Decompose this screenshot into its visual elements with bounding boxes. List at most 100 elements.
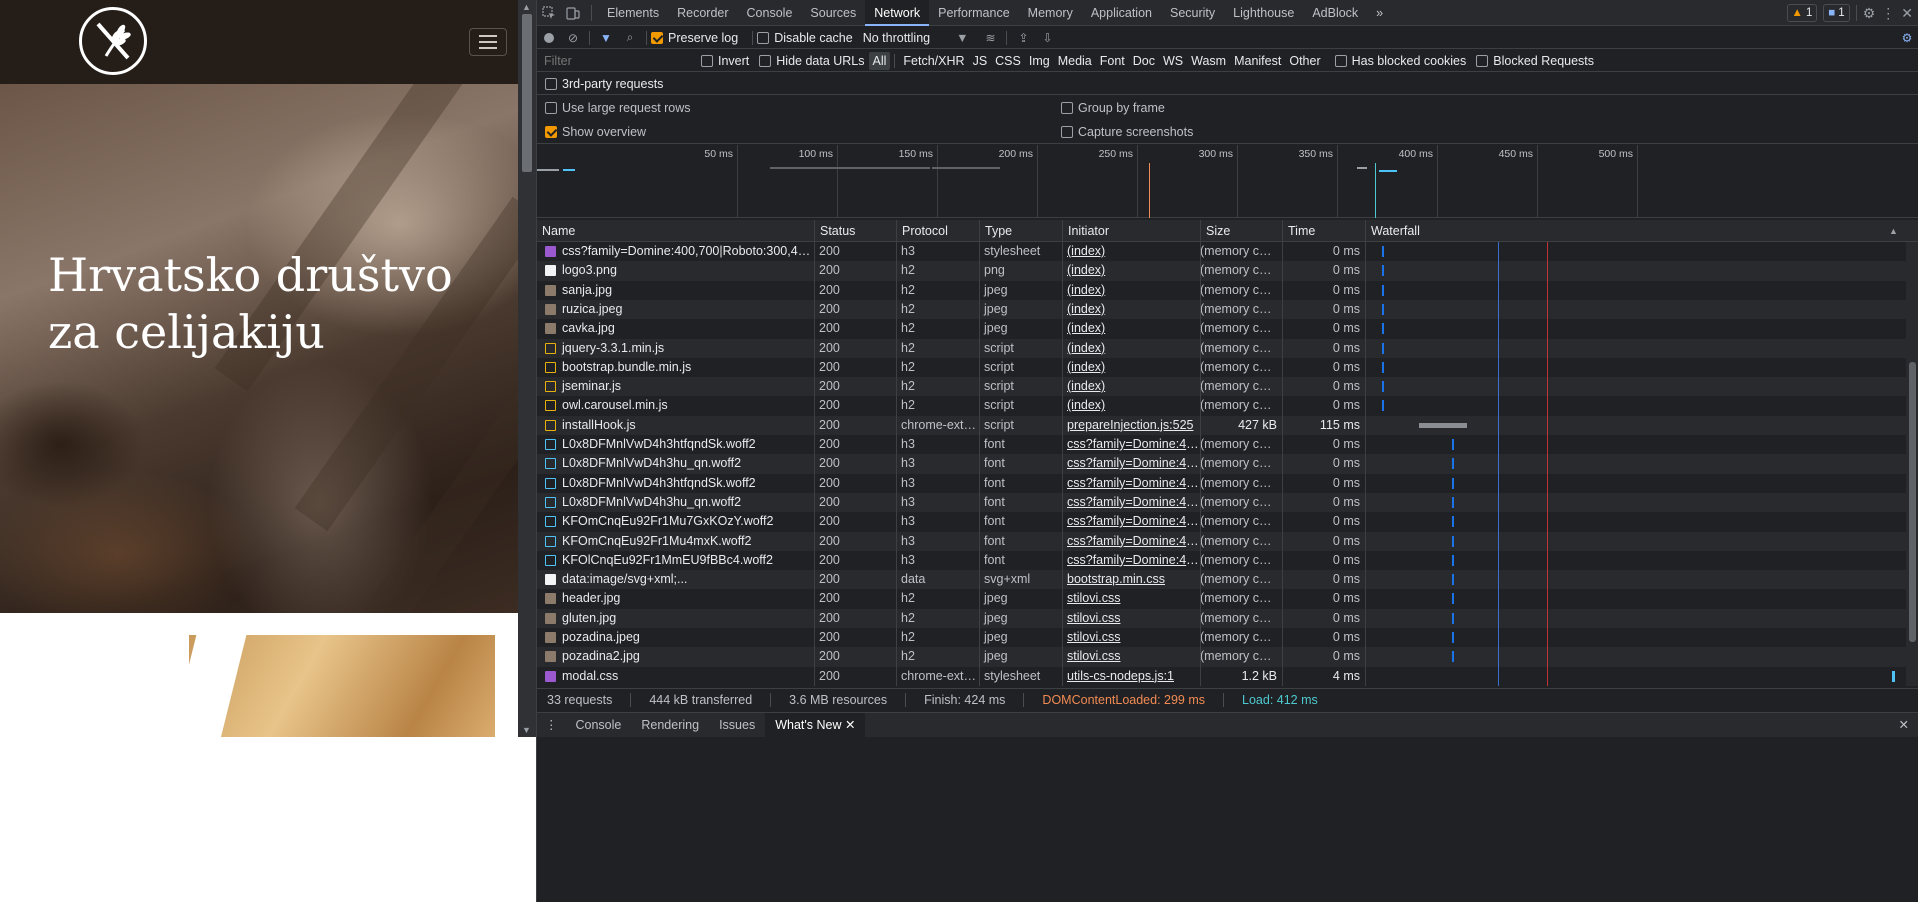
request-initiator[interactable]: (index): [1062, 261, 1200, 280]
request-row[interactable]: modal.css 200 chrome-exte... stylesheet util…: [537, 667, 1918, 686]
request-initiator[interactable]: (index): [1062, 377, 1200, 396]
request-name[interactable]: L0x8DFMnlVwD4h3hu_qn.woff2: [537, 454, 814, 473]
warnings-badge[interactable]: ▲ 1: [1786, 4, 1818, 22]
export-har-icon[interactable]: ⇩: [1035, 27, 1059, 49]
column-header-waterfall[interactable]: Waterfall: [1365, 220, 1906, 242]
request-initiator[interactable]: utils-cs-nodeps.js:1: [1062, 667, 1200, 686]
third-party-checkbox[interactable]: 3rd-party requests: [545, 77, 663, 91]
filter-type-doc[interactable]: Doc: [1129, 52, 1159, 70]
filter-type-css[interactable]: CSS: [991, 52, 1025, 70]
request-name[interactable]: modal.css: [537, 667, 814, 686]
request-name[interactable]: header.jpg: [537, 589, 814, 608]
preserve-log-checkbox[interactable]: Preserve log: [651, 31, 738, 45]
request-row[interactable]: jquery-3.3.1.min.js 200 h2 script (index) (me…: [537, 338, 1918, 358]
invert-checkbox[interactable]: Invert: [701, 54, 749, 68]
request-name[interactable]: jquery-3.3.1.min.js: [537, 339, 814, 358]
inspect-element-icon[interactable]: [537, 0, 561, 26]
filter-type-ws[interactable]: WS: [1159, 52, 1187, 70]
request-name[interactable]: data:image/svg+xml;...: [537, 570, 814, 589]
request-row[interactable]: owl.carousel.min.js 200 h2 script (index) (me…: [537, 396, 1918, 415]
request-name[interactable]: KFOmCnqEu92Fr1Mu7GxKOzY.woff2: [537, 512, 814, 531]
drawer-tab-rendering[interactable]: Rendering: [631, 713, 709, 738]
column-header-time[interactable]: Time: [1282, 220, 1365, 242]
network-conditions-icon[interactable]: ≋: [978, 27, 1002, 49]
request-name[interactable]: KFOmCnqEu92Fr1Mu4mxK.woff2: [537, 532, 814, 551]
request-row[interactable]: data:image/svg+xml;... 200 data svg+xml boot…: [537, 570, 1918, 590]
request-initiator[interactable]: css?family=Domine:400,...: [1062, 474, 1200, 493]
import-har-icon[interactable]: ⇪: [1011, 27, 1035, 49]
timeline-overview[interactable]: 50 ms 100 ms 150 ms 200 ms 250 ms 300 ms 350 m…: [537, 145, 1918, 218]
request-row[interactable]: L0x8DFMnlVwD4h3htfqndSk.woff2 200 h3 font cs…: [537, 435, 1918, 454]
tab-console[interactable]: Console: [738, 0, 802, 26]
close-tab-icon[interactable]: ✕: [842, 718, 855, 732]
disable-cache-checkbox[interactable]: Disable cache: [757, 31, 853, 45]
request-initiator[interactable]: stilovi.css: [1062, 589, 1200, 608]
scroll-up-icon[interactable]: ▲: [522, 2, 531, 12]
request-name[interactable]: css?family=Domine:400,700|Roboto:300,400…: [537, 242, 814, 261]
drawer-tab-issues[interactable]: Issues: [709, 713, 765, 738]
record-icon[interactable]: [537, 27, 561, 49]
throttling-select[interactable]: No throttling ▼: [863, 31, 969, 45]
request-name[interactable]: owl.carousel.min.js: [537, 396, 814, 415]
request-name[interactable]: ruzica.jpeg: [537, 300, 814, 319]
request-row[interactable]: KFOmCnqEu92Fr1Mu4mxK.woff2 200 h3 font css?f…: [537, 531, 1918, 551]
request-name[interactable]: logo3.png: [537, 261, 814, 280]
request-initiator[interactable]: (index): [1062, 242, 1200, 261]
filter-type-other[interactable]: Other: [1285, 52, 1324, 70]
column-header-type[interactable]: Type: [979, 220, 1062, 242]
request-initiator[interactable]: prepareInjection.js:525: [1062, 416, 1200, 435]
request-initiator[interactable]: (index): [1062, 300, 1200, 319]
request-row[interactable]: gluten.jpg 200 h2 jpeg stilovi.css (memory ca…: [537, 608, 1918, 628]
request-name[interactable]: bootstrap.bundle.min.js: [537, 358, 814, 377]
request-initiator[interactable]: (index): [1062, 358, 1200, 377]
request-name[interactable]: L0x8DFMnlVwD4h3htfqndSk.woff2: [537, 435, 814, 454]
capture-screenshots-checkbox[interactable]: Capture screenshots: [1061, 125, 1193, 139]
show-overview-checkbox[interactable]: Show overview: [545, 125, 646, 139]
request-name[interactable]: L0x8DFMnlVwD4h3htfqndSk.woff2: [537, 474, 814, 493]
tab-network[interactable]: Network: [865, 0, 930, 26]
column-header-status[interactable]: Status: [814, 220, 896, 242]
tab-elements[interactable]: Elements: [598, 0, 668, 26]
filter-type-media[interactable]: Media: [1054, 52, 1096, 70]
has-blocked-cookies-checkbox[interactable]: Has blocked cookies: [1334, 54, 1466, 68]
tab-security[interactable]: Security: [1161, 0, 1224, 26]
filter-type-js[interactable]: JS: [969, 52, 992, 70]
request-name[interactable]: cavka.jpg: [537, 319, 814, 338]
request-initiator[interactable]: css?family=Domine:400,...: [1062, 512, 1200, 531]
device-toolbar-icon[interactable]: [561, 0, 585, 26]
request-name[interactable]: sanja.jpg: [537, 281, 814, 300]
hamburger-icon[interactable]: [469, 28, 507, 56]
request-row[interactable]: KFOlCnqEu92Fr1MmEU9fBBc4.woff2 200 h3 font c…: [537, 551, 1918, 570]
hide-data-urls-checkbox[interactable]: Hide data URLs: [759, 54, 865, 68]
request-row[interactable]: ruzica.jpeg 200 h2 jpeg (index) (memory cac..…: [537, 299, 1918, 320]
request-initiator[interactable]: bootstrap.min.css: [1062, 570, 1200, 589]
request-row[interactable]: KFOmCnqEu92Fr1Mu7GxKOzY.woff2 200 h3 font cs…: [537, 512, 1918, 531]
request-initiator[interactable]: stilovi.css: [1062, 647, 1200, 666]
close-devtools-icon[interactable]: ✕: [1901, 5, 1913, 22]
sort-arrow-icon[interactable]: ▲: [1889, 220, 1898, 242]
request-initiator[interactable]: css?family=Domine:400,...: [1062, 454, 1200, 473]
close-drawer-icon[interactable]: ✕: [1889, 713, 1918, 738]
filter-type-manifest[interactable]: Manifest: [1230, 52, 1285, 70]
request-row[interactable]: logo3.png 200 h2 png (index) (memory cac... 0 …: [537, 261, 1918, 281]
request-name[interactable]: pozadina2.jpg: [537, 647, 814, 666]
tab-lighthouse[interactable]: Lighthouse: [1224, 0, 1303, 26]
request-row[interactable]: header.jpg 200 h2 jpeg stilovi.css (memory ca…: [537, 589, 1918, 608]
blocked-requests-checkbox[interactable]: Blocked Requests: [1476, 54, 1594, 68]
settings-gear-icon[interactable]: ⚙: [1863, 5, 1876, 22]
drawer-menu-icon[interactable]: ⋮: [537, 713, 566, 738]
request-row[interactable]: pozadina.jpeg 200 h2 jpeg stilovi.css (memory…: [537, 628, 1918, 647]
network-settings-gear-icon[interactable]: ⚙: [1895, 27, 1918, 49]
filter-type-font[interactable]: Font: [1096, 52, 1129, 70]
request-initiator[interactable]: stilovi.css: [1062, 609, 1200, 628]
filter-icon[interactable]: ▼: [594, 27, 618, 49]
site-scrollbar[interactable]: ▲ ▼: [518, 0, 536, 737]
filter-type-fetchxhr[interactable]: Fetch/XHR: [899, 52, 968, 70]
request-row[interactable]: cavka.jpg 200 h2 jpeg (index) (memory cac... 0…: [537, 319, 1918, 338]
tab-application[interactable]: Application: [1082, 0, 1161, 26]
scrollbar-thumb[interactable]: [1909, 362, 1916, 642]
request-name[interactable]: L0x8DFMnlVwD4h3hu_qn.woff2: [537, 493, 814, 512]
group-by-frame-checkbox[interactable]: Group by frame: [1061, 101, 1165, 115]
request-initiator[interactable]: (index): [1062, 281, 1200, 300]
tab-adblock[interactable]: AdBlock: [1303, 0, 1367, 26]
